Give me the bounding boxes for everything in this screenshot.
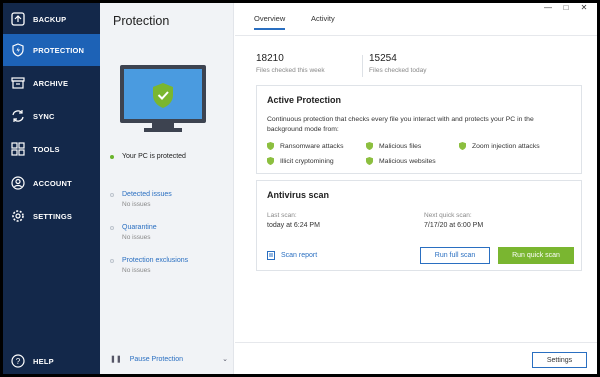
bullet-icon — [110, 258, 114, 263]
sidebar-item-tools[interactable]: TOOLS — [3, 133, 100, 165]
card-title: Active Protection — [267, 95, 342, 105]
settings-button[interactable]: Settings — [532, 352, 587, 368]
stat-caption: Files checked today — [369, 67, 427, 74]
app-window: BACKUP PROTECTION ARCHIVE SYNC TOOLS ACC… — [3, 3, 597, 374]
maximize-icon[interactable]: □ — [557, 3, 575, 12]
window-controls: — □ ✕ — [539, 3, 593, 12]
pause-label: Pause Protection — [129, 355, 184, 363]
monitor-illustration — [120, 65, 206, 140]
protection-status: Your PC is protected — [110, 153, 186, 160]
link-sub: No issues — [122, 267, 151, 274]
sync-icon — [10, 108, 26, 124]
gear-icon — [10, 208, 26, 224]
shield-icon — [459, 142, 466, 150]
link-label[interactable]: Quarantine — [122, 224, 157, 231]
divider — [235, 342, 597, 343]
quarantine-link[interactable]: Quarantine No issues — [110, 224, 157, 241]
sidebar-item-sync[interactable]: SYNC — [3, 100, 100, 132]
sidebar-item-label: HELP — [33, 356, 54, 366]
shield-lightning-icon — [10, 42, 26, 58]
sidebar-item-help[interactable]: ? HELP — [3, 345, 100, 374]
main-content: Overview Activity — □ ✕ 18210 Files checke… — [235, 3, 597, 374]
sidebar: BACKUP PROTECTION ARCHIVE SYNC TOOLS ACC… — [3, 3, 100, 374]
card-description: Continuous protection that checks every … — [267, 116, 534, 133]
tab-activity[interactable]: Activity — [311, 14, 335, 23]
chevron-down-icon[interactable]: ⌄ — [222, 355, 228, 363]
pause-protection-button[interactable]: ❚❚ Pause Protection ⌄ — [110, 355, 228, 364]
run-quick-scan-button[interactable]: Run quick scan — [498, 247, 574, 264]
last-scan-label: Last scan: — [267, 212, 297, 219]
detected-issues-link[interactable]: Detected issues No issues — [110, 191, 172, 208]
svg-text:?: ? — [16, 357, 21, 366]
antivirus-scan-card: Antivirus scan Last scan: today at 6:24 … — [256, 180, 582, 271]
card-title: Antivirus scan — [267, 190, 330, 200]
status-dot — [110, 154, 114, 159]
page-title: Protection — [113, 14, 170, 28]
feature-item: Zoom injection attacks — [459, 142, 540, 150]
protection-exclusions-link[interactable]: Protection exclusions No issues — [110, 257, 188, 274]
stat-value: 15254 — [369, 53, 397, 64]
help-icon: ? — [10, 353, 26, 369]
minimize-icon[interactable]: — — [539, 3, 557, 12]
run-full-scan-button[interactable]: Run full scan — [420, 247, 490, 264]
sidebar-item-account[interactable]: ACCOUNT — [3, 167, 100, 199]
feature-item: Malicious files — [366, 142, 421, 150]
stat-value: 18210 — [256, 53, 284, 64]
protection-panel: Protection Your PC is protected Detected… — [100, 3, 234, 374]
sidebar-item-label: ARCHIVE — [33, 78, 69, 88]
feature-item: Ransomware attacks — [267, 142, 343, 150]
stat-today: 15254 Files checked today — [369, 53, 426, 74]
sidebar-item-label: BACKUP — [33, 14, 67, 24]
archive-icon — [10, 75, 26, 91]
shield-icon — [366, 142, 373, 150]
divider — [362, 55, 363, 77]
pause-icon: ❚❚ — [110, 356, 122, 363]
sidebar-item-settings[interactable]: SETTINGS — [3, 200, 100, 232]
link-sub: No issues — [122, 201, 151, 208]
bullet-icon — [110, 192, 114, 197]
next-scan-value: 7/17/20 at 6:00 PM — [424, 222, 484, 229]
bullet-icon — [110, 225, 114, 230]
status-text: Your PC is protected — [122, 153, 186, 160]
feature-item: Illicit cryptomining — [267, 157, 334, 165]
sidebar-item-label: SETTINGS — [33, 211, 73, 221]
shield-icon — [366, 157, 373, 165]
report-icon — [267, 251, 275, 260]
tab-overview[interactable]: Overview — [254, 14, 286, 30]
tools-grid-icon — [10, 141, 26, 157]
shield-icon — [267, 142, 274, 150]
divider — [235, 35, 597, 36]
sidebar-item-backup[interactable]: BACKUP — [3, 3, 100, 35]
backup-icon — [10, 11, 26, 27]
active-protection-card: Active Protection Continuous protection … — [256, 85, 582, 174]
link-label[interactable]: Detected issues — [122, 191, 172, 198]
stat-caption: Files checked this week — [256, 67, 325, 74]
sidebar-item-protection[interactable]: PROTECTION — [3, 34, 100, 66]
close-icon[interactable]: ✕ — [575, 3, 593, 12]
next-scan-label: Next quick scan: — [424, 212, 472, 219]
last-scan-value: today at 6:24 PM — [267, 222, 320, 229]
sidebar-item-label: SYNC — [33, 111, 55, 121]
link-sub: No issues — [122, 234, 151, 241]
link-label[interactable]: Protection exclusions — [122, 257, 188, 264]
feature-item: Malicious websites — [366, 157, 436, 165]
sidebar-item-label: TOOLS — [33, 144, 60, 154]
sidebar-item-label: PROTECTION — [33, 45, 85, 55]
sidebar-item-archive[interactable]: ARCHIVE — [3, 67, 100, 99]
stat-week: 18210 Files checked this week — [256, 53, 325, 74]
shield-icon — [267, 157, 274, 165]
scan-report-link[interactable]: Scan report — [267, 251, 317, 260]
user-icon — [10, 175, 26, 191]
sidebar-item-label: ACCOUNT — [33, 178, 72, 188]
